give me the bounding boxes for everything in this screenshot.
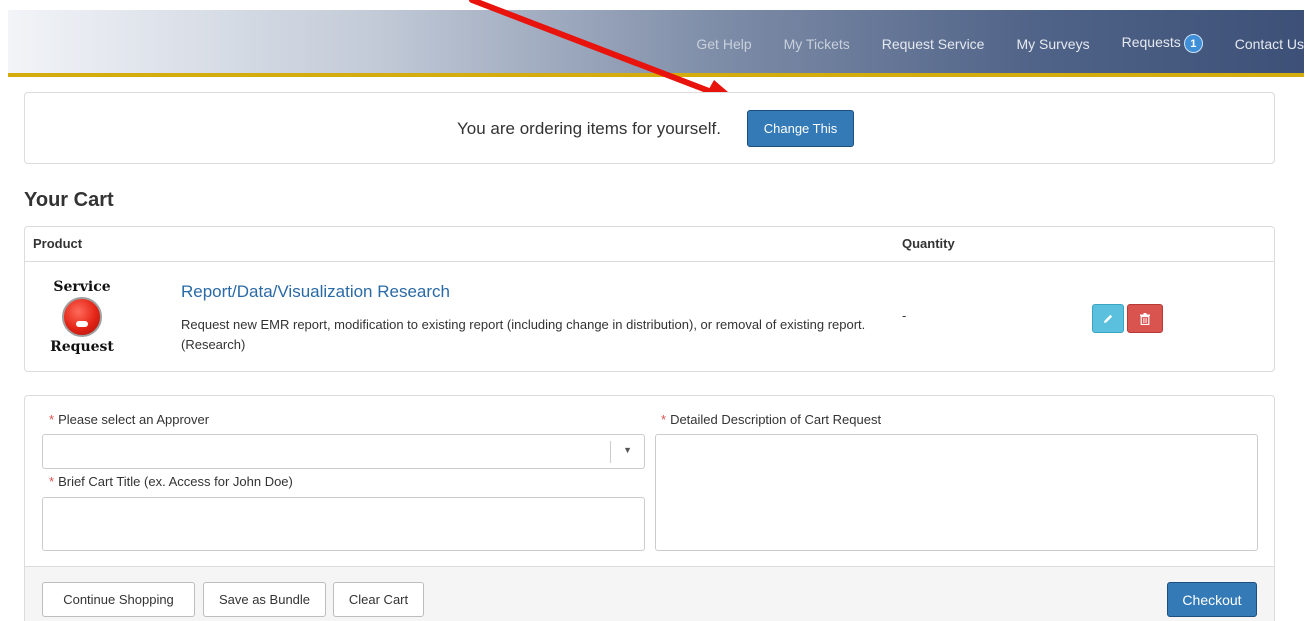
cart-title-label-text: Brief Cart Title (ex. Access for John Do… [58,474,293,489]
cart-title-input[interactable] [42,497,645,551]
requests-count-badge: 1 [1183,34,1203,53]
trash-icon [1140,312,1150,325]
nav-menu: Get Help My Tickets Request Service My S… [664,10,1304,77]
top-navigation-bar: Get Help My Tickets Request Service My S… [8,10,1304,77]
logo-bottom-text: Request [50,339,114,355]
description-label: * Detailed Description of Cart Request [661,412,881,427]
clear-cart-button[interactable]: Clear Cart [333,582,424,617]
description-textarea[interactable] [655,434,1258,551]
edit-item-button[interactable] [1092,304,1124,333]
required-marker: * [661,412,667,427]
nav-requests-label: Requests [1121,34,1181,51]
required-marker: * [49,412,55,427]
service-request-logo: Service Request [45,279,117,357]
cart-actions-bar: Continue Shopping Save as Bundle Clear C… [25,566,1274,621]
nav-my-surveys[interactable]: My Surveys [1016,36,1089,52]
ordering-for-panel: You are ordering items for yourself. Cha… [24,92,1275,164]
logo-top-text: Service [53,279,111,295]
product-name-link[interactable]: Report/Data/Visualization Research [181,282,450,302]
cart-request-form: * Please select an Approver ▼ * Brief Cart… [24,395,1275,621]
required-marker: * [49,474,55,489]
nav-get-help[interactable]: Get Help [696,36,751,52]
top-whitespace [0,0,1304,10]
nav-request-service[interactable]: Request Service [882,36,985,52]
cart-title-label: * Brief Cart Title (ex. Access for John D… [49,474,293,489]
quantity-value: - [902,308,907,323]
page-title: Your Cart [24,189,114,211]
ordering-for-text: You are ordering items for yourself. [457,119,721,138]
nav-requests[interactable]: Requests 1 [1122,34,1203,53]
product-description: Request new EMR report, modification to … [181,317,866,352]
column-header-product: Product [33,236,83,251]
nav-my-tickets[interactable]: My Tickets [784,36,850,52]
change-this-button[interactable]: Change This [747,110,854,147]
description-label-text: Detailed Description of Cart Request [670,412,882,427]
checkout-button[interactable]: Checkout [1167,582,1257,617]
nav-contact-us[interactable]: Contact Us [1235,36,1304,52]
select-divider [610,441,611,463]
approver-select[interactable]: ▼ [42,434,645,469]
caret-down-icon[interactable]: ▼ [623,445,632,455]
approver-label: * Please select an Approver [49,412,209,427]
service-request-logo-icon [62,297,102,337]
pencil-icon [1104,314,1113,323]
cart-table-header: Product Quantity [25,227,1274,262]
save-as-bundle-button[interactable]: Save as Bundle [203,582,326,617]
approver-label-text: Please select an Approver [58,412,210,427]
column-header-quantity: Quantity [902,236,955,251]
delete-item-button[interactable] [1127,304,1163,333]
continue-shopping-button[interactable]: Continue Shopping [42,582,195,617]
cart-table: Product Quantity Service Request Report/… [24,226,1275,372]
